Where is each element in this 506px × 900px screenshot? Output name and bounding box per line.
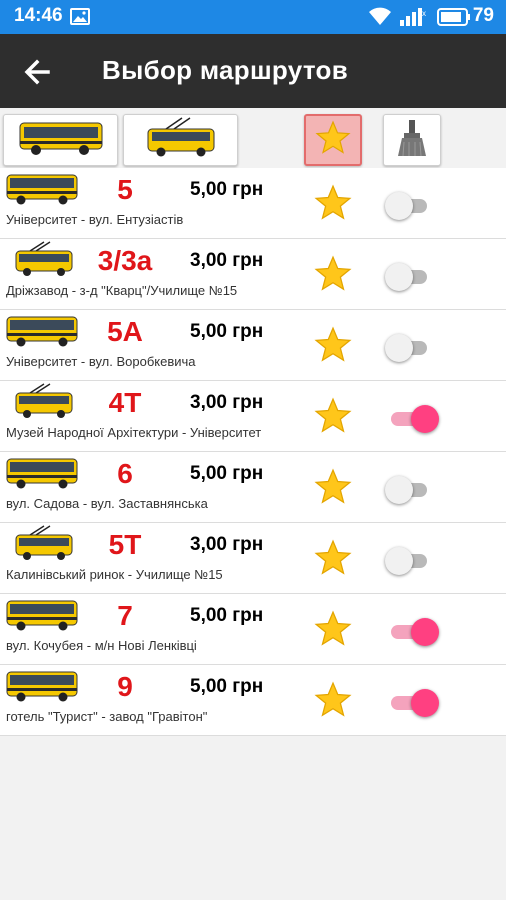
gallery-notification-icon xyxy=(70,8,90,30)
route-price: 3,00 грн xyxy=(190,250,264,271)
route-price: 5,00 грн xyxy=(190,463,264,484)
trolleybus-icon xyxy=(14,525,74,568)
toggle-thumb xyxy=(411,689,439,717)
app-toolbar: Выбор маршрутов xyxy=(0,34,506,108)
route-toggle-switch[interactable] xyxy=(385,474,431,504)
route-price: 5,00 грн xyxy=(190,605,264,626)
route-toggle-switch[interactable] xyxy=(385,261,431,291)
route-number: 6 xyxy=(117,458,133,489)
route-toggle-switch[interactable] xyxy=(385,190,431,220)
toggle-thumb xyxy=(385,192,413,220)
filter-bar xyxy=(0,108,506,168)
route-number: 5Т xyxy=(108,529,142,560)
favorite-star-icon[interactable] xyxy=(314,326,352,369)
toggle-thumb xyxy=(411,405,439,433)
trolleybus-icon xyxy=(14,241,74,284)
favorites-filter-button[interactable] xyxy=(304,114,362,166)
route-description: Калинівський ринок - Училище №15 xyxy=(6,567,223,582)
route-description: Дріжзавод - з-д "Кварц"/Училище №15 xyxy=(6,283,238,298)
route-row[interactable]: 5А 5,00 грн Університет - вул. Воробкевича xyxy=(0,310,506,381)
brush-icon xyxy=(394,118,430,163)
route-list: 5 5,00 грн Університет - вул. Ентузіастів 3… xyxy=(0,168,506,736)
favorite-star-icon[interactable] xyxy=(314,397,352,440)
route-description: Музей Народної Архітектури - Університет xyxy=(6,425,262,440)
route-toggle-switch[interactable] xyxy=(385,403,439,433)
route-description: готель "Турист" - завод "Гравітон" xyxy=(6,709,208,724)
battery-level: 79 xyxy=(472,5,494,26)
route-toggle-switch[interactable] xyxy=(385,545,431,575)
route-price: 5,00 грн xyxy=(190,676,264,697)
bus-icon xyxy=(6,172,78,211)
route-price: 5,00 грн xyxy=(190,321,264,342)
clear-selection-button[interactable] xyxy=(383,114,441,166)
route-description: вул. Садова - вул. Заставнянська xyxy=(6,496,208,511)
wifi-icon xyxy=(368,7,392,31)
favorite-star-icon[interactable] xyxy=(314,184,352,227)
route-number: 9 xyxy=(117,671,133,702)
route-toggle-switch[interactable] xyxy=(385,616,439,646)
route-number: 4Т xyxy=(108,387,142,418)
route-row[interactable]: 4Т 3,00 грн Музей Народної Архітектури - У… xyxy=(0,381,506,452)
svg-text:x: x xyxy=(422,9,426,18)
favorite-star-icon[interactable] xyxy=(314,539,352,582)
toggle-thumb xyxy=(385,334,413,362)
route-toggle-switch[interactable] xyxy=(385,687,439,717)
favorite-star-icon[interactable] xyxy=(314,468,352,511)
route-description: вул. Кочубея - м/н Нові Ленківці xyxy=(6,638,197,653)
star-icon xyxy=(315,119,351,161)
bus-icon xyxy=(6,669,78,708)
bus-filter-button[interactable] xyxy=(3,114,118,166)
toggle-thumb xyxy=(385,263,413,291)
favorite-star-icon[interactable] xyxy=(314,610,352,653)
favorite-star-icon[interactable] xyxy=(314,681,352,724)
favorite-star-icon[interactable] xyxy=(314,255,352,298)
trolleybus-icon xyxy=(146,116,216,164)
route-price: 5,00 грн xyxy=(190,179,264,200)
bus-icon xyxy=(6,598,78,637)
route-row[interactable]: 5Т 3,00 грн Калинівський ринок - Училище №… xyxy=(0,523,506,594)
route-row[interactable]: 9 5,00 грн готель "Турист" - завод "Гравіт… xyxy=(0,665,506,736)
route-price: 3,00 грн xyxy=(190,392,264,413)
signal-icon: x xyxy=(400,7,428,31)
toggle-thumb xyxy=(411,618,439,646)
bus-icon xyxy=(18,119,104,162)
route-number: 7 xyxy=(117,600,133,631)
battery-icon xyxy=(437,8,471,31)
trolleybus-icon xyxy=(14,383,74,426)
page-title: Выбор маршрутов xyxy=(102,55,349,85)
status-time: 14:46 xyxy=(14,5,63,26)
route-description: Університет - вул. Ентузіастів xyxy=(6,212,184,227)
trolleybus-filter-button[interactable] xyxy=(123,114,238,166)
route-row[interactable]: 7 5,00 грн вул. Кочубея - м/н Нові Ленківц… xyxy=(0,594,506,665)
route-number: 5А xyxy=(107,316,143,347)
route-price: 3,00 грн xyxy=(190,534,264,555)
route-number: 3/3а xyxy=(97,245,153,276)
toggle-thumb xyxy=(385,547,413,575)
route-row[interactable]: 3/3а 3,00 грн Дріжзавод - з-д "Кварц"/Учил… xyxy=(0,239,506,310)
bus-icon xyxy=(6,456,78,495)
route-row[interactable]: 6 5,00 грн вул. Садова - вул. Заставнянськ… xyxy=(0,452,506,523)
bus-icon xyxy=(6,314,78,353)
route-description: Університет - вул. Воробкевича xyxy=(6,354,196,369)
status-bar: 14:46 x 79 xyxy=(0,0,506,34)
route-number: 5 xyxy=(117,174,133,205)
back-arrow-icon[interactable] xyxy=(20,54,56,90)
toggle-thumb xyxy=(385,476,413,504)
route-toggle-switch[interactable] xyxy=(385,332,431,362)
route-row[interactable]: 5 5,00 грн Університет - вул. Ентузіастів xyxy=(0,168,506,239)
